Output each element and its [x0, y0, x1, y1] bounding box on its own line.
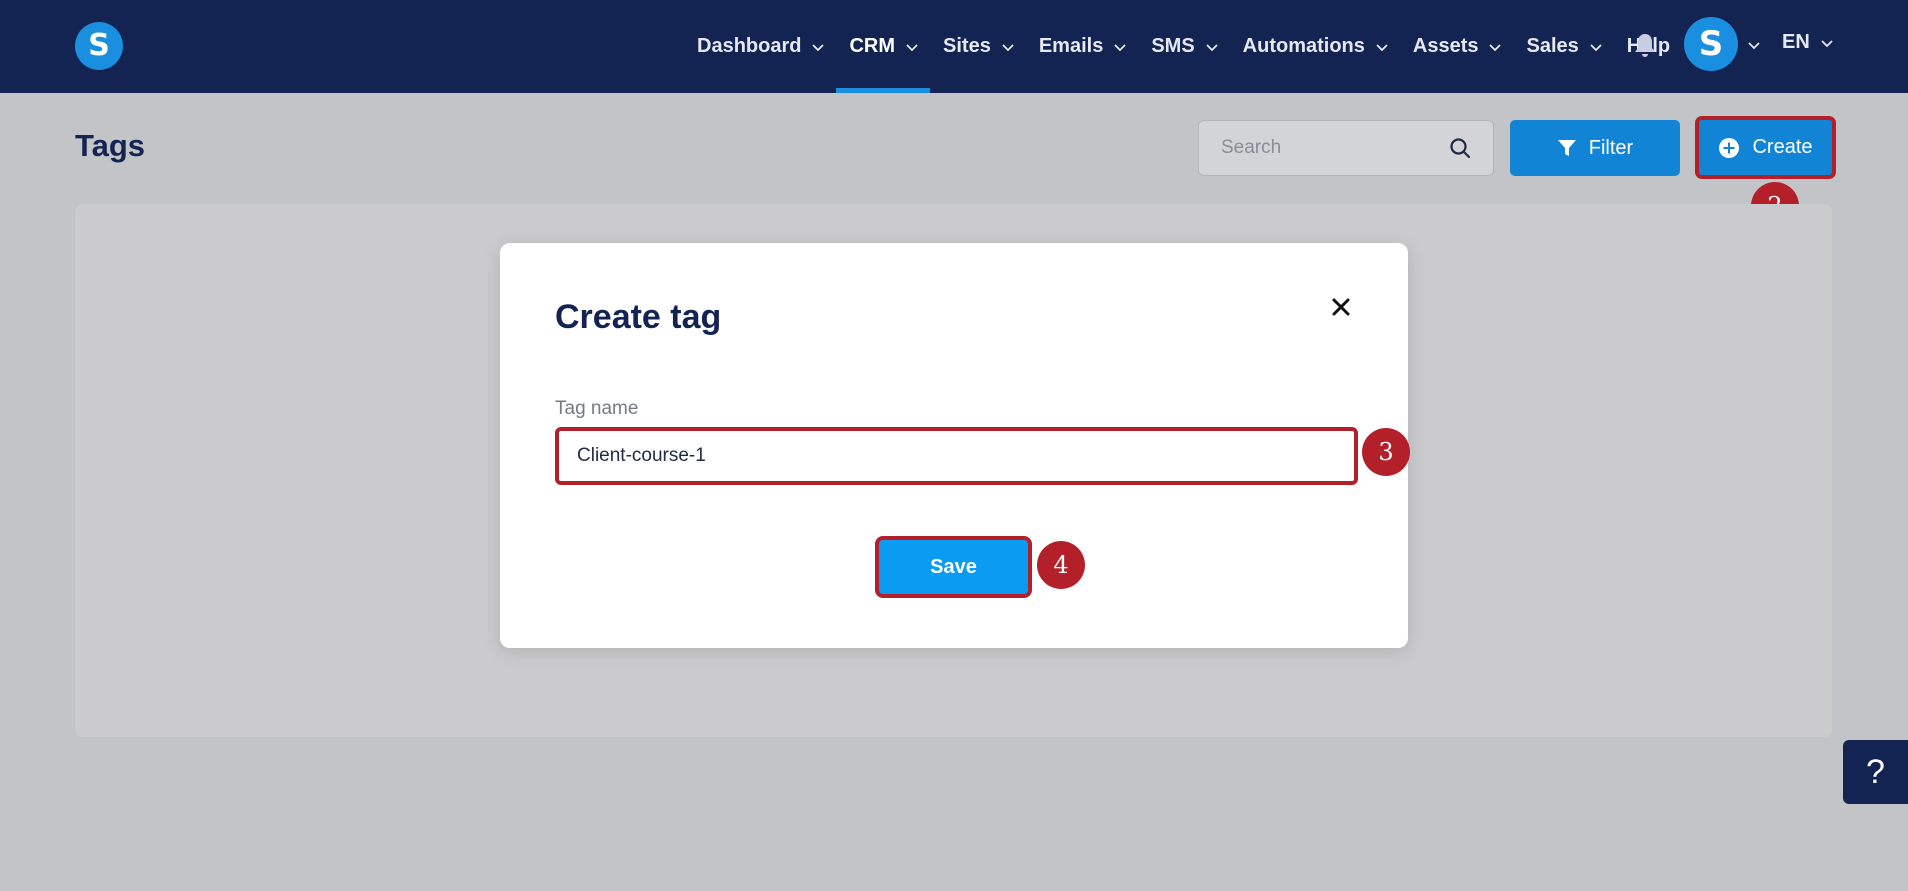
user-avatar[interactable]: S [1684, 17, 1738, 71]
chevron-down-icon [906, 43, 918, 51]
modal-title: Create tag [555, 298, 722, 336]
search-icon[interactable] [1449, 137, 1471, 159]
page-title: Tags [75, 128, 146, 163]
app-logo[interactable]: S [75, 22, 123, 70]
save-button[interactable]: Save [875, 536, 1032, 598]
nav-item-automations[interactable]: Automations [1243, 0, 1389, 93]
create-button[interactable]: Create [1695, 116, 1836, 179]
nav-item-assets[interactable]: Assets [1413, 0, 1503, 93]
bell-icon[interactable] [1633, 32, 1657, 58]
chevron-down-icon [812, 43, 825, 51]
tag-name-label: Tag name [555, 398, 639, 419]
chevron-down-icon [1489, 43, 1502, 51]
nav-item-emails[interactable]: Emails [1039, 0, 1127, 93]
step-marker-save: 4 [1037, 541, 1085, 589]
nav-item-sites[interactable]: Sites [943, 0, 1015, 93]
nav-item-sales[interactable]: Sales [1526, 0, 1602, 93]
nav-item-label: Assets [1412, 35, 1479, 57]
create-button-label: Create [1752, 136, 1813, 158]
search-input[interactable] [1199, 121, 1439, 175]
create-tag-modal: Create tag Tag name Save [500, 243, 1408, 648]
nav-item-label: Emails [1038, 35, 1104, 57]
nav-item-label: SMS [1151, 35, 1195, 57]
nav-item-sms[interactable]: SMS [1151, 0, 1218, 93]
chevron-down-icon [1114, 43, 1126, 51]
chevron-down-icon [1376, 43, 1388, 51]
nav-item-label: CRM [849, 35, 896, 57]
language-selector[interactable]: EN [1782, 31, 1834, 54]
nav-item-dashboard[interactable]: Dashboard [697, 0, 825, 93]
step-marker-field: 3 [1362, 428, 1410, 476]
filter-button-label: Filter [1588, 136, 1634, 159]
nav-item-label: Sales [1526, 35, 1579, 57]
main-nav: Dashboard CRM Sites Emails SMS Automatio… [697, 0, 1694, 93]
search-box [1198, 120, 1494, 176]
chevron-down-icon [1206, 43, 1218, 51]
chevron-down-icon [1590, 43, 1602, 51]
language-label: EN [1782, 31, 1810, 53]
chevron-down-icon[interactable] [1747, 38, 1761, 52]
close-icon[interactable] [1329, 295, 1353, 319]
top-navbar: S Dashboard CRM Sites Emails SMS Automat… [0, 0, 1908, 93]
tag-name-input[interactable] [559, 431, 1354, 481]
chevron-down-icon [1002, 43, 1014, 51]
nav-item-label: Dashboard [697, 35, 802, 57]
filter-icon [1557, 138, 1577, 158]
nav-item-crm[interactable]: CRM [836, 0, 930, 93]
help-tab[interactable]: ? [1843, 740, 1908, 804]
plus-circle-icon [1718, 137, 1740, 159]
nav-item-label: Sites [943, 35, 991, 57]
tag-name-field-wrapper [555, 427, 1358, 485]
filter-button[interactable]: Filter [1510, 120, 1680, 176]
nav-item-label: Automations [1242, 35, 1365, 57]
chevron-down-icon [1821, 39, 1833, 47]
